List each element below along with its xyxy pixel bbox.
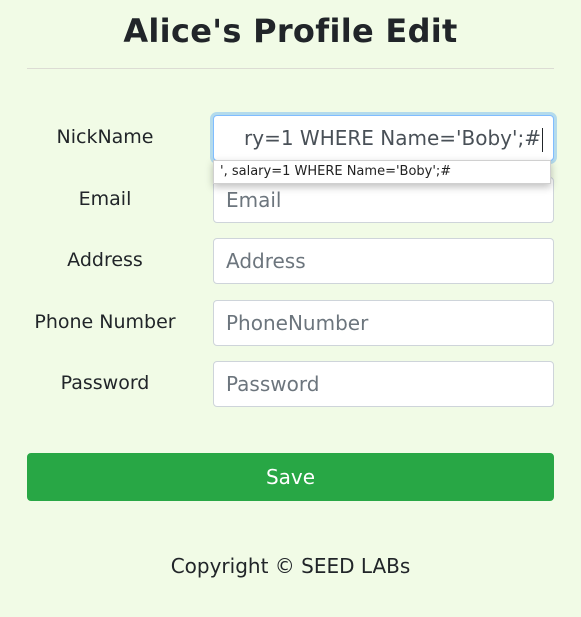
copyright-footer: Copyright © SEED LABs: [170, 554, 411, 578]
email-label: Email: [78, 188, 132, 210]
text-caret: [542, 127, 543, 152]
nickname-input-value: ry=1 WHERE Name='Boby';#: [244, 126, 541, 150]
phone-number-input[interactable]: [213, 300, 554, 346]
address-input[interactable]: [213, 238, 554, 284]
password-input[interactable]: [213, 361, 554, 407]
password-label: Password: [60, 372, 150, 394]
title-divider: [27, 68, 554, 69]
phone-number-label: Phone Number: [34, 311, 176, 333]
autocomplete-suggestion[interactable]: ', salary=1 WHERE Name='Boby';#: [213, 160, 551, 184]
save-button[interactable]: Save: [27, 453, 554, 501]
nickname-input[interactable]: ry=1 WHERE Name='Boby';#: [213, 115, 554, 161]
nickname-label: NickName: [56, 126, 154, 148]
address-label: Address: [67, 249, 143, 271]
page-title: Alice's Profile Edit: [123, 12, 458, 50]
